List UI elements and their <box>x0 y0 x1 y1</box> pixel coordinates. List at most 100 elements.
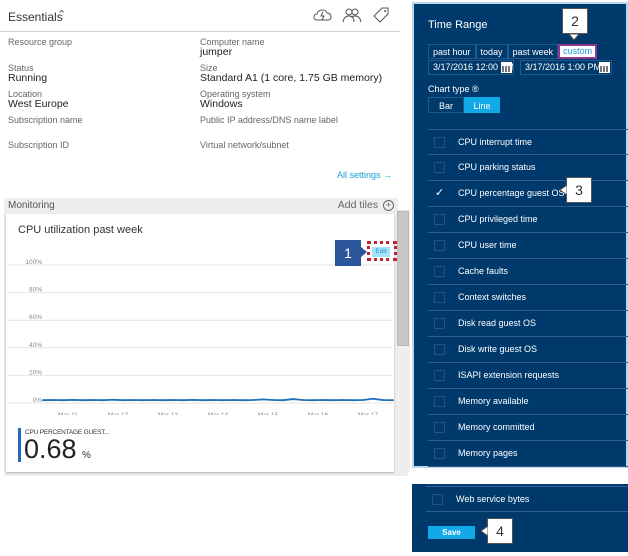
data-point <box>62 399 64 402</box>
tab-today[interactable]: today <box>475 44 508 59</box>
users-icon[interactable] <box>342 7 362 23</box>
y-tick-label: 60% <box>29 314 42 321</box>
chart-type-line[interactable]: Line <box>464 97 500 113</box>
size-value[interactable]: Standard A1 (1 core, 1.75 GB memory) <box>200 72 382 84</box>
series-line <box>42 397 394 402</box>
checkbox[interactable] <box>434 318 445 329</box>
metric-legend-value: 0.68 <box>24 434 77 464</box>
chevron-up-icon[interactable]: ⌃ <box>57 8 66 21</box>
metric-name: Disk write guest OS <box>458 344 538 354</box>
metric-name: ISAPI extension requests <box>458 370 560 380</box>
add-tiles-button[interactable]: Add tiles + <box>338 199 394 211</box>
data-point <box>172 399 174 401</box>
monitoring-header: Monitoring Add tiles + <box>4 198 398 214</box>
data-point <box>352 399 354 402</box>
data-point <box>112 398 114 401</box>
x-tick-label: Mar 15 <box>258 412 279 415</box>
callout-4: 4 <box>487 518 513 544</box>
checkbox[interactable] <box>434 370 445 381</box>
chart-type-bar[interactable]: Bar <box>428 97 464 113</box>
chart-type-toggle: Bar Line <box>428 97 500 113</box>
tab-past-hour[interactable]: past hour <box>428 44 476 59</box>
data-point <box>292 398 294 400</box>
resource-group-label: Resource group <box>8 37 73 47</box>
calendar-icon[interactable] <box>501 62 512 73</box>
tab-past-week[interactable]: past week <box>507 44 559 59</box>
metric-list-bottom: Web service bytes <box>426 486 628 512</box>
metric-item[interactable]: CPU parking status <box>428 155 628 181</box>
metric-name: Cache faults <box>458 266 509 276</box>
metric-item[interactable]: Cache faults <box>428 259 628 285</box>
metric-item[interactable]: Memory committed <box>428 415 628 441</box>
essentials-title: Essentials <box>8 10 63 24</box>
checkbox-checked[interactable] <box>434 186 445 199</box>
calendar-icon[interactable] <box>599 62 610 73</box>
checkbox[interactable] <box>434 162 445 173</box>
time-range-title: Time Range <box>428 19 488 31</box>
metric-item[interactable]: ISAPI extension requests <box>428 363 628 389</box>
data-point <box>102 399 104 402</box>
checkbox[interactable] <box>434 448 445 459</box>
x-tick-label: Mar 11 <box>58 412 78 415</box>
all-settings-link[interactable]: All settings → <box>337 170 392 180</box>
data-point <box>82 399 84 402</box>
metric-name: Context switches <box>458 292 527 302</box>
metric-item[interactable]: CPU user time <box>428 233 628 259</box>
metric-legend-bar <box>18 428 21 462</box>
metric-list: CPU interrupt time CPU parking status CPU … <box>428 129 628 467</box>
data-point <box>332 399 334 402</box>
public-ip-label: Public IP address/DNS name label <box>200 115 338 125</box>
checkbox[interactable] <box>434 292 445 303</box>
checkbox[interactable] <box>434 344 445 355</box>
chart-settings-panel: Time Range past hour today past week cus… <box>412 2 628 468</box>
x-tick-label: Mar 14 <box>208 412 229 415</box>
data-point <box>322 399 324 401</box>
metric-name: Memory committed <box>458 422 535 432</box>
data-point <box>202 399 204 402</box>
data-point <box>282 399 284 402</box>
time-range-tabs: past hour today past week custom <box>428 44 598 59</box>
data-point <box>142 399 144 402</box>
add-tiles-label: Add tiles <box>337 199 379 211</box>
connect-icon[interactable] <box>313 7 333 23</box>
checkbox[interactable] <box>434 422 445 433</box>
metric-item[interactable]: CPU interrupt time <box>428 129 628 155</box>
checkbox[interactable] <box>434 240 445 251</box>
data-point <box>232 399 234 401</box>
metric-item[interactable]: Disk read guest OS <box>428 311 628 337</box>
end-date-input[interactable]: 3/17/2016 1:00 PM <box>520 60 612 75</box>
subscription-id-label: Subscription ID <box>8 140 70 150</box>
data-point <box>372 397 374 400</box>
checkbox[interactable] <box>432 494 443 505</box>
data-point <box>362 399 364 401</box>
computer-name-value: jumper <box>200 46 233 58</box>
callout-1: 1 <box>335 240 361 266</box>
metric-item[interactable]: Disk write guest OS <box>428 337 628 363</box>
checkbox[interactable] <box>434 396 445 407</box>
metric-item[interactable]: CPU percentage guest OS <box>428 181 628 207</box>
y-tick-label: 40% <box>29 342 42 349</box>
metric-item-web-service-bytes[interactable]: Web service bytes <box>426 486 628 512</box>
tag-icon[interactable] <box>371 7 391 23</box>
cpu-line-chart: 100% 80% 60% 40% 20% 0% Mar 11 Mar 12 Mar 13 Mar … <box>8 259 394 415</box>
tab-custom[interactable]: custom <box>558 44 598 59</box>
data-point <box>92 399 94 401</box>
callout-1-pointer <box>361 247 367 257</box>
metric-item[interactable]: CPU privileged time <box>428 207 628 233</box>
checkbox[interactable] <box>434 214 445 225</box>
metric-item[interactable]: Context switches <box>428 285 628 311</box>
edit-button[interactable]: Edit <box>372 247 390 257</box>
essentials-header[interactable]: Essentials ⌃ <box>0 0 400 32</box>
start-date-input[interactable]: 3/17/2016 12:00 PM <box>428 60 514 75</box>
metric-item[interactable]: Memory pages <box>428 441 628 467</box>
data-point <box>392 399 394 402</box>
checkbox[interactable] <box>434 137 445 148</box>
y-tick-label: 0% <box>33 397 43 404</box>
callout-3: 3 <box>566 177 592 203</box>
metric-item[interactable]: Memory available <box>428 389 628 415</box>
scrollbar-thumb[interactable] <box>397 211 409 346</box>
data-point <box>122 399 124 402</box>
data-point <box>222 399 224 402</box>
save-button[interactable]: Save <box>428 526 475 539</box>
checkbox[interactable] <box>434 266 445 277</box>
